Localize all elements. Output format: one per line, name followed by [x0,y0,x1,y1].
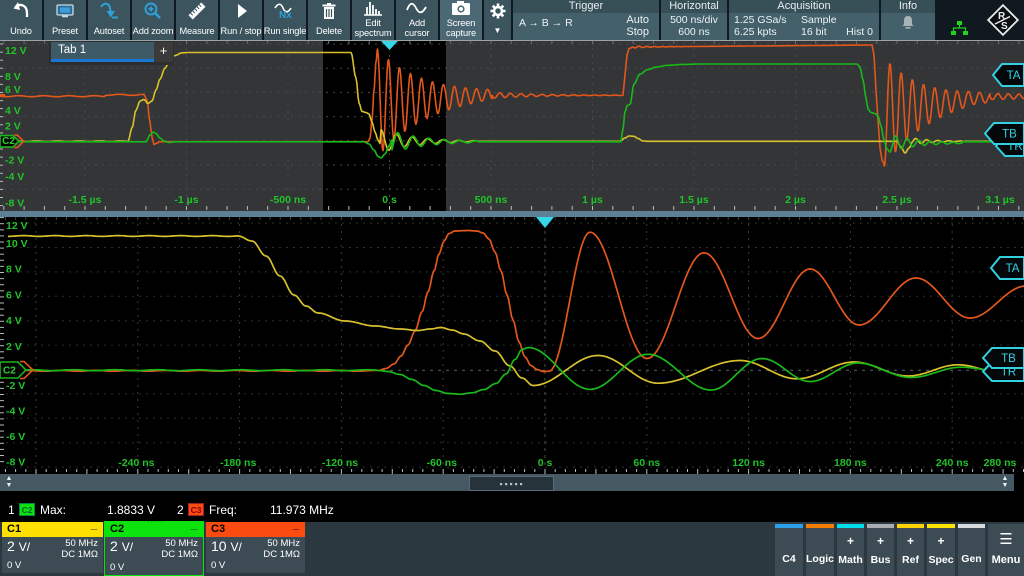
svg-text:-4 V: -4 V [6,406,25,418]
svg-text:S: S [1001,21,1008,32]
svg-text:10 V: 10 V [6,238,28,250]
svg-text:6 V: 6 V [6,289,22,301]
svg-text:0 s: 0 s [538,457,553,469]
svg-text:240 ns: 240 ns [936,457,969,469]
svg-text:-8 V: -8 V [6,457,25,469]
svg-text:TA: TA [1006,263,1020,275]
svg-text:-1 µs: -1 µs [174,194,198,206]
svg-text:12 V: 12 V [5,45,27,57]
svg-text:2 V: 2 V [6,341,22,353]
svg-text:1.5 µs: 1.5 µs [679,194,709,206]
svg-text:2.5 µs: 2.5 µs [882,194,912,206]
svg-text:-500 ns: -500 ns [270,194,306,206]
svg-text:-8 V: -8 V [5,198,24,210]
svg-text:2 V: 2 V [5,121,21,133]
svg-text:-6 V: -6 V [6,431,25,443]
svg-text:3.1 µs: 3.1 µs [985,194,1015,206]
svg-text:4 V: 4 V [5,105,21,117]
svg-text:280 ns: 280 ns [984,457,1017,469]
svg-text:-2 V: -2 V [5,155,24,167]
svg-text:TB: TB [1001,353,1016,365]
svg-text:TB: TB [1002,129,1017,141]
svg-text:C2: C2 [3,366,16,377]
svg-text:120 ns: 120 ns [732,457,765,469]
svg-text:-1.5 µs: -1.5 µs [69,194,102,206]
svg-text:-2 V: -2 V [6,380,25,392]
svg-text:500 ns: 500 ns [475,194,508,206]
svg-text:-240 ns: -240 ns [118,457,154,469]
svg-text:C2: C2 [2,136,15,147]
svg-text:60 ns: 60 ns [633,457,660,469]
svg-text:TA: TA [1007,70,1021,82]
svg-text:-4 V: -4 V [5,171,24,183]
svg-text:-60 ns: -60 ns [427,457,458,469]
svg-text:180 ns: 180 ns [834,457,867,469]
svg-text:-120 ns: -120 ns [322,457,358,469]
svg-text:-180 ns: -180 ns [220,457,256,469]
svg-text:12 V: 12 V [6,220,28,232]
svg-text:0 s: 0 s [382,194,397,206]
svg-text:Nx: Nx [279,10,292,21]
svg-text:4 V: 4 V [6,315,22,327]
svg-text:8 V: 8 V [5,71,21,83]
svg-text:2 µs: 2 µs [785,194,806,206]
svg-text:6 V: 6 V [5,84,21,96]
svg-text:1 µs: 1 µs [582,194,603,206]
svg-text:8 V: 8 V [6,264,22,276]
